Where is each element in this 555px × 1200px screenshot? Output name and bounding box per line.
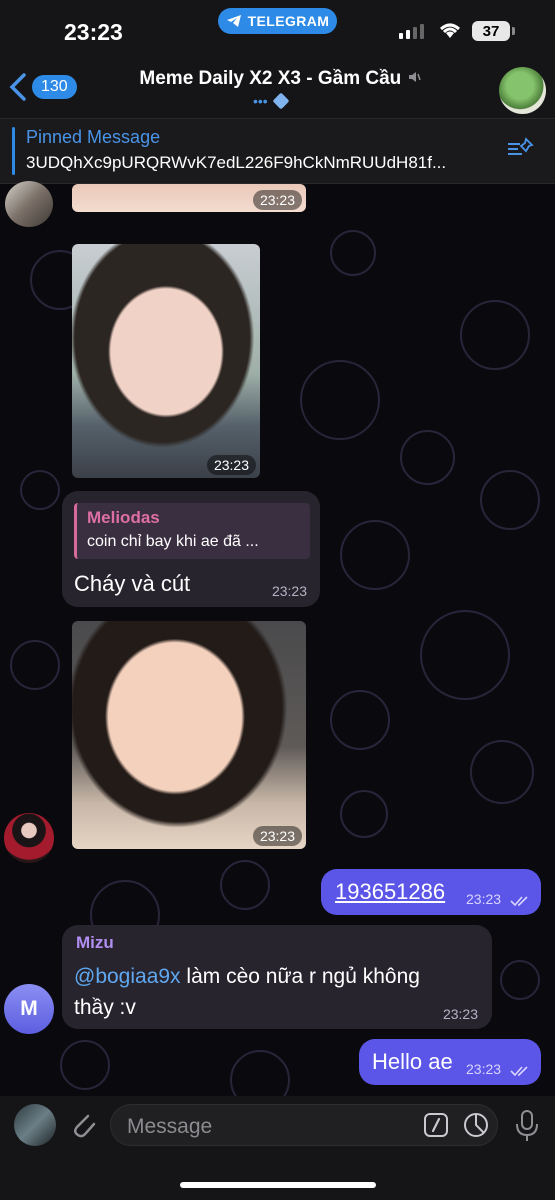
unread-count-badge: 130 (32, 75, 77, 99)
message-bubble-outgoing[interactable]: Hello ae 23:23 (359, 1039, 541, 1085)
battery-indicator: 37 (472, 21, 515, 41)
message-time: 23:23 (206, 455, 256, 475)
telegram-pill-label: TELEGRAM (247, 13, 330, 29)
send-as-avatar[interactable] (14, 1104, 56, 1146)
message-time: 23:23 (466, 891, 502, 907)
attach-icon[interactable] (68, 1108, 98, 1142)
message-text-line2: thầy :v (74, 996, 136, 1019)
group-avatar[interactable] (499, 67, 546, 114)
sticker-choosing-icon (273, 93, 289, 109)
battery-level: 37 (482, 22, 500, 40)
read-checkmarks-icon (510, 1066, 528, 1077)
commands-icon[interactable] (423, 1112, 449, 1138)
message-text: @bogiaa9x làm cèo nữa r ngủ không thầy :v (74, 961, 484, 1023)
chat-title-text: Meme Daily X2 X3 - Gầm Cầu (139, 68, 402, 89)
microphone-icon[interactable] (514, 1108, 540, 1144)
message-composer: Message (0, 1096, 555, 1200)
message-time: 23:23 (271, 583, 307, 599)
message-input[interactable]: Message (110, 1104, 498, 1146)
message-time: 23:23 (252, 826, 302, 846)
message-text[interactable]: 193651286 (335, 879, 445, 905)
telegram-icon (226, 15, 241, 27)
telegram-pill[interactable]: TELEGRAM (218, 8, 337, 34)
sender-avatar[interactable] (4, 813, 54, 863)
reply-sender: Meliodas (87, 508, 160, 527)
message-time: 23:23 (442, 1006, 478, 1022)
sender-avatar[interactable]: M (4, 984, 54, 1034)
sender-avatar[interactable] (5, 181, 53, 227)
status-bar: 23:23 TELEGRAM 37 (0, 0, 555, 56)
home-indicator (180, 1182, 376, 1188)
sticker-icon[interactable] (462, 1111, 490, 1139)
photo-message[interactable]: 23:23 (72, 621, 306, 849)
reply-preview[interactable]: Meliodas coin chỉ bay khi ae đã ... (74, 503, 310, 559)
photo-message[interactable]: 23:23 (72, 184, 306, 212)
wifi-icon (440, 23, 460, 38)
message-text-line1: làm cèo nữa r ngủ không (180, 965, 420, 988)
message-bubble[interactable]: Meliodas coin chỉ bay khi ae đã ... Cháy… (62, 491, 320, 607)
message-input-placeholder: Message (127, 1115, 213, 1138)
message-time: 23:23 (252, 190, 302, 210)
message-time: 23:23 (466, 1061, 502, 1077)
pinned-text: 3UDQhXc9pURQRWvK7edL226F9hCkNmRUUdH81f..… (26, 153, 447, 172)
muted-icon (408, 72, 421, 82)
status-time: 23:23 (64, 19, 123, 45)
pinned-message-bar[interactable]: Pinned Message 3UDQhXc9pURQRWvK7edL226F9… (0, 118, 555, 184)
pin-list-icon[interactable] (506, 136, 534, 160)
back-button[interactable]: 130 (8, 72, 77, 102)
signal-icon (399, 24, 424, 39)
chat-title[interactable]: Meme Daily X2 X3 - Gầm Cầu (110, 68, 450, 90)
message-text: Cháy và cút (74, 571, 191, 596)
chevron-left-icon (9, 73, 26, 101)
typing-dots: ••• (253, 93, 268, 109)
reply-text: coin chỉ bay khi ae đã ... (87, 533, 259, 550)
sender-avatar-initial: M (20, 997, 38, 1020)
chat-subtitle: ••• (253, 92, 290, 110)
message-sender[interactable]: Mizu (76, 933, 114, 953)
pinned-indicator (12, 127, 15, 175)
message-text: Hello ae (372, 1049, 453, 1074)
chat-header: 130 Meme Daily X2 X3 - Gầm Cầu ••• (0, 56, 555, 118)
mention-link[interactable]: @bogiaa9x (74, 965, 181, 988)
message-bubble-outgoing[interactable]: 193651286 23:23 (321, 869, 541, 915)
message-bubble[interactable]: Mizu @bogiaa9x làm cèo nữa r ngủ không th… (62, 925, 492, 1029)
read-checkmarks-icon (510, 896, 528, 907)
photo-message[interactable]: 23:23 (72, 244, 260, 478)
pinned-title: Pinned Message (26, 127, 161, 147)
